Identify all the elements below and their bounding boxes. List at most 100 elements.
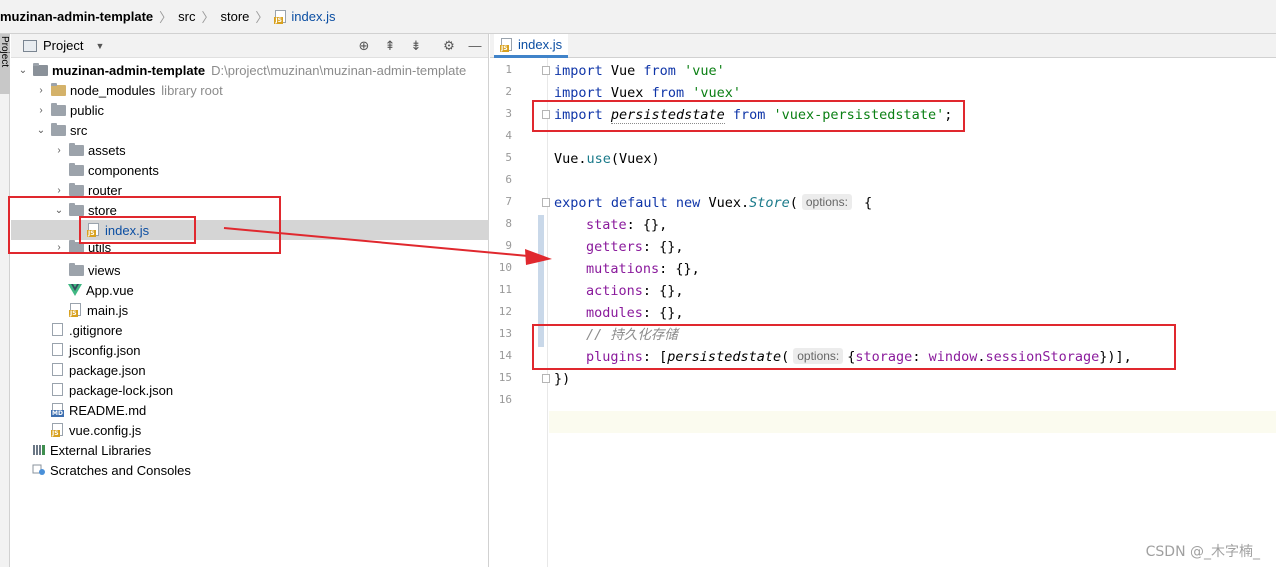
tree-item-library-hint: library root (161, 82, 223, 98)
watermark: CSDN @_木字楠_ (1145, 544, 1260, 560)
tree-item-app-vue[interactable]: App.vue (11, 280, 489, 300)
tree-item-external-libraries[interactable]: External Libraries (11, 440, 489, 460)
tree-item-gitignore[interactable]: .gitignore (11, 320, 489, 340)
js-file-icon: JS (274, 9, 288, 24)
line-number: 4 (505, 129, 512, 142)
crosshair-icon[interactable]: ⊕ (355, 37, 373, 55)
chevron-down-icon[interactable]: ⌄ (17, 65, 29, 76)
tree-item-main-js[interactable]: JS main.js (11, 300, 489, 320)
minimize-icon[interactable]: — (466, 37, 484, 55)
line-number: 7 (505, 195, 512, 208)
project-panel: Project ▼ ⊕ ⇞ ⇟ ⚙ — ⌄ muzinan-admin-temp… (11, 34, 489, 567)
project-stripe-label: Project (0, 36, 10, 68)
chevron-down-icon[interactable]: ⌄ (35, 125, 47, 136)
chevron-right-icon[interactable]: › (35, 105, 47, 116)
folder-icon (69, 182, 84, 196)
tree-item-label: App.vue (86, 282, 134, 298)
code-line-9[interactable]: getters: {}, (586, 236, 684, 258)
breadcrumb-item-store[interactable]: store (221, 9, 250, 24)
code-line-11[interactable]: actions: {}, (586, 280, 684, 302)
tree-item-components[interactable]: components (11, 160, 489, 180)
tree-item-label: package.json (69, 362, 146, 378)
js-file-icon: JS (69, 303, 83, 317)
fold-marker-icon[interactable] (542, 374, 550, 383)
annotation-box-import-line (532, 100, 965, 132)
tree-item-label: src (70, 122, 88, 138)
tree-item-public[interactable]: › public (11, 100, 489, 120)
json-file-icon (51, 363, 65, 377)
code-line-10[interactable]: mutations: {}, (586, 258, 700, 280)
tree-item-label: public (70, 102, 104, 118)
project-tool-window-tab[interactable]: Project (0, 34, 10, 94)
breadcrumb-item-project[interactable]: muzinan-admin-template (0, 9, 153, 24)
line-number: 14 (498, 349, 512, 362)
editor-tab-bar: JS index.js (490, 34, 1276, 58)
tree-item-package-json[interactable]: package.json (11, 360, 489, 380)
tree-item-label: Scratches and Consoles (50, 462, 191, 478)
code-line-8[interactable]: state: {}, (586, 214, 667, 236)
markdown-file-icon: MD (51, 403, 65, 417)
tree-item-label: package-lock.json (69, 382, 174, 398)
tree-item-jsconfig-json[interactable]: jsconfig.json (11, 340, 489, 360)
tree-item-readme-md[interactable]: MD README.md (11, 400, 489, 420)
gear-icon[interactable]: ⚙ (440, 37, 458, 55)
json-file-icon (51, 343, 65, 357)
tree-item-node-modules[interactable]: › node_modules library root (11, 80, 489, 100)
fold-marker-icon[interactable] (542, 66, 550, 75)
code-line-15[interactable]: }) (554, 368, 570, 390)
chevron-right-icon[interactable]: › (35, 85, 47, 96)
tree-item-label: main.js (87, 302, 129, 318)
folder-icon (69, 142, 84, 156)
tree-item-src[interactable]: ⌄ src (11, 120, 489, 140)
library-icon (33, 445, 45, 455)
project-panel-title[interactable]: Project (43, 38, 83, 53)
navigation-breadcrumb: muzinan-admin-template 〉 src 〉 store 〉 J… (0, 0, 1276, 34)
breadcrumb-item-src[interactable]: src (178, 9, 195, 24)
expand-all-icon[interactable]: ⇟ (407, 37, 425, 55)
chevron-right-icon[interactable]: › (53, 145, 65, 156)
tree-item-label: components (88, 162, 159, 178)
project-panel-header: Project ▼ ⊕ ⇞ ⇟ ⚙ — (11, 34, 488, 58)
code-line-12[interactable]: modules: {}, (586, 302, 684, 324)
tree-item-label: .gitignore (69, 322, 123, 338)
tree-item-scratches-consoles[interactable]: Scratches and Consoles (11, 460, 489, 480)
line-number: 9 (505, 239, 512, 252)
editor-tab-index-js[interactable]: JS index.js (494, 34, 569, 58)
tree-item-vue-config-js[interactable]: JS vue.config.js (11, 420, 489, 440)
tree-item-label: muzinan-admin-template (52, 62, 206, 78)
tool-window-stripe: Project (0, 34, 10, 567)
js-file-icon: JS (500, 37, 514, 52)
tree-item-label: node_modules (70, 82, 156, 98)
json-file-icon (51, 383, 65, 397)
tree-item-project-root[interactable]: ⌄ muzinan-admin-template D:\project\muzi… (11, 60, 489, 80)
tree-item-label: README.md (69, 402, 147, 418)
editor-tab-label: index.js (518, 37, 563, 52)
line-number: 8 (505, 217, 512, 230)
code-line-5[interactable]: Vue.use(Vuex) (554, 148, 660, 170)
breadcrumb-item-file[interactable]: JS index.js (274, 9, 336, 24)
line-number: 13 (498, 327, 512, 340)
chevron-down-icon[interactable]: ▼ (95, 41, 104, 51)
annotation-box-plugins-config (532, 324, 1176, 370)
tree-item-label: assets (88, 142, 126, 158)
line-number: 5 (505, 151, 512, 164)
line-number: 12 (498, 305, 512, 318)
chevron-right-icon[interactable]: › (53, 185, 65, 196)
scratch-icon (32, 464, 45, 475)
breadcrumb-separator-icon: 〉 (201, 10, 215, 25)
tree-item-assets[interactable]: › assets (11, 140, 489, 160)
current-line-highlight (549, 411, 1276, 433)
tree-item-path-hint: D:\project\muzinan\muzinan-admin-templat… (211, 62, 467, 78)
tree-item-label: views (88, 262, 121, 278)
line-number-gutter: 1 2 3 4 5 6 7 8 9 10 11 12 13 14 15 16 (490, 58, 550, 567)
breadcrumb-separator-icon: 〉 (159, 10, 173, 25)
collapse-all-icon[interactable]: ⇞ (381, 37, 399, 55)
tree-item-views[interactable]: views (11, 260, 489, 280)
code-line-1[interactable]: import Vue from 'vue' (554, 60, 725, 82)
annotation-box-index-file (79, 216, 196, 244)
line-number: 16 (498, 393, 512, 406)
code-line-7[interactable]: export default new Vuex.Store(options: { (554, 192, 872, 214)
folder-icon (69, 262, 84, 276)
fold-marker-icon[interactable] (542, 198, 550, 207)
tree-item-package-lock-json[interactable]: package-lock.json (11, 380, 489, 400)
